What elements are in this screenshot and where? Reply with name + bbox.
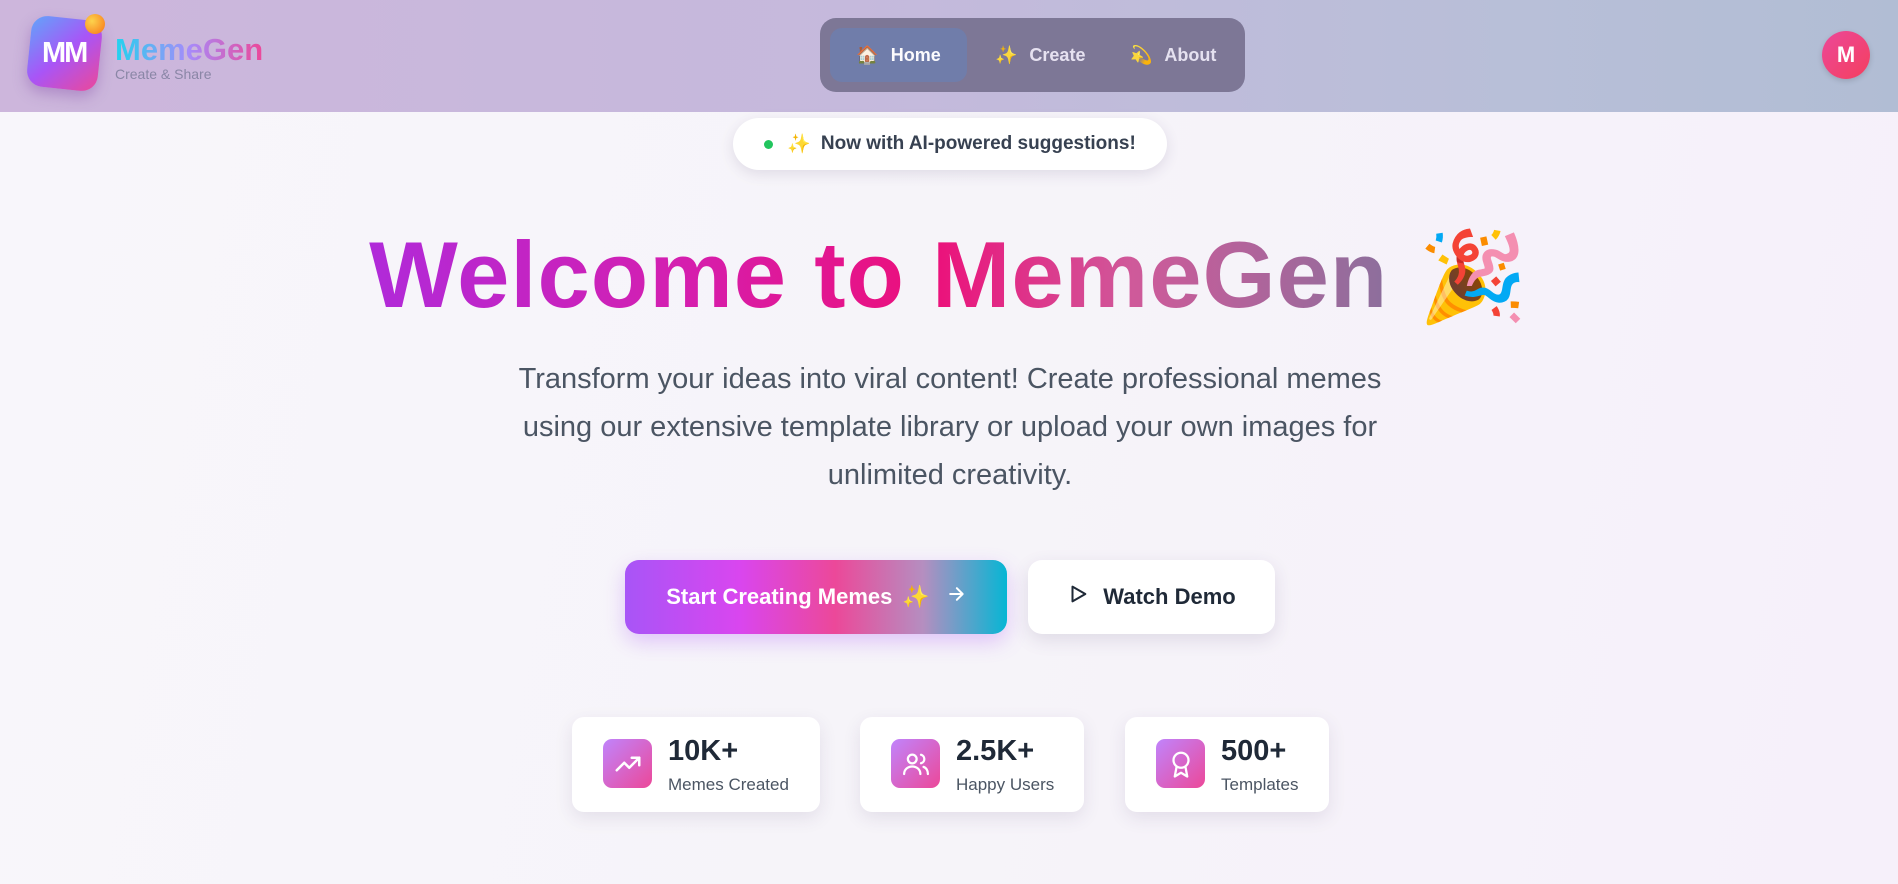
top-header: MM MemeGen Create & Share 🏠 Home ✨ Creat… bbox=[0, 0, 1898, 112]
stat-card-templates: 500+ Templates bbox=[1125, 717, 1329, 812]
party-popper-icon: 🎉 bbox=[1418, 227, 1529, 326]
status-dot bbox=[764, 139, 774, 149]
nav-item-about[interactable]: 💫 About bbox=[1130, 28, 1216, 82]
nav-item-label: About bbox=[1164, 44, 1217, 65]
start-creating-label: Start Creating Memes bbox=[666, 584, 893, 609]
sparkles-icon: ✨ bbox=[787, 134, 811, 155]
watch-demo-button[interactable]: Watch Demo bbox=[1028, 560, 1275, 634]
stat-card-users: 2.5K+ Happy Users bbox=[860, 717, 1084, 812]
stat-card-memes: 10K+ Memes Created bbox=[572, 717, 820, 812]
main-nav: 🏠 Home ✨ Create 💫 About bbox=[820, 18, 1245, 92]
stat-label: Templates bbox=[1221, 775, 1299, 794]
announcement-badge: ✨ Now with AI-powered suggestions! bbox=[733, 118, 1167, 170]
nav-item-create[interactable]: ✨ Create bbox=[995, 28, 1085, 82]
home-icon: 🏠 bbox=[856, 44, 879, 65]
stat-value: 2.5K+ bbox=[956, 735, 1035, 767]
sparkles-icon: ✨ bbox=[902, 584, 930, 609]
dizzy-icon: 💫 bbox=[1130, 44, 1153, 65]
sparkles-icon: ✨ bbox=[995, 44, 1018, 65]
start-creating-button[interactable]: Start Creating Memes ✨ bbox=[625, 560, 1007, 634]
nav-item-label: Create bbox=[1029, 44, 1086, 65]
users-icon bbox=[891, 739, 940, 788]
play-icon bbox=[1067, 583, 1089, 611]
hero-title-prefix: Welcome to bbox=[369, 222, 933, 327]
user-avatar[interactable]: M bbox=[1822, 31, 1870, 79]
award-icon bbox=[1156, 739, 1205, 788]
arrow-right-icon bbox=[946, 584, 966, 610]
brand-tagline: Create & Share bbox=[115, 66, 212, 82]
stat-value: 500+ bbox=[1221, 735, 1287, 767]
logo-badge-dot bbox=[85, 14, 105, 34]
watch-demo-label: Watch Demo bbox=[1103, 584, 1236, 609]
brand-name[interactable]: MemeGen bbox=[115, 32, 263, 68]
announcement-text: Now with AI-powered suggestions! bbox=[820, 133, 1136, 154]
hero-title: Welcome to MemeGen 🎉 bbox=[0, 220, 1898, 332]
stat-label: Happy Users bbox=[956, 775, 1055, 794]
stat-value: 10K+ bbox=[668, 735, 739, 767]
nav-item-home[interactable]: 🏠 Home bbox=[830, 28, 967, 82]
logo-text: MM bbox=[42, 36, 87, 69]
hero-title-brand: MemeGen bbox=[932, 222, 1389, 327]
nav-item-label: Home bbox=[890, 44, 941, 65]
hero-subtitle: Transform your ideas into viral content!… bbox=[518, 363, 1382, 491]
stat-label: Memes Created bbox=[668, 775, 789, 794]
trending-up-icon bbox=[603, 739, 652, 788]
